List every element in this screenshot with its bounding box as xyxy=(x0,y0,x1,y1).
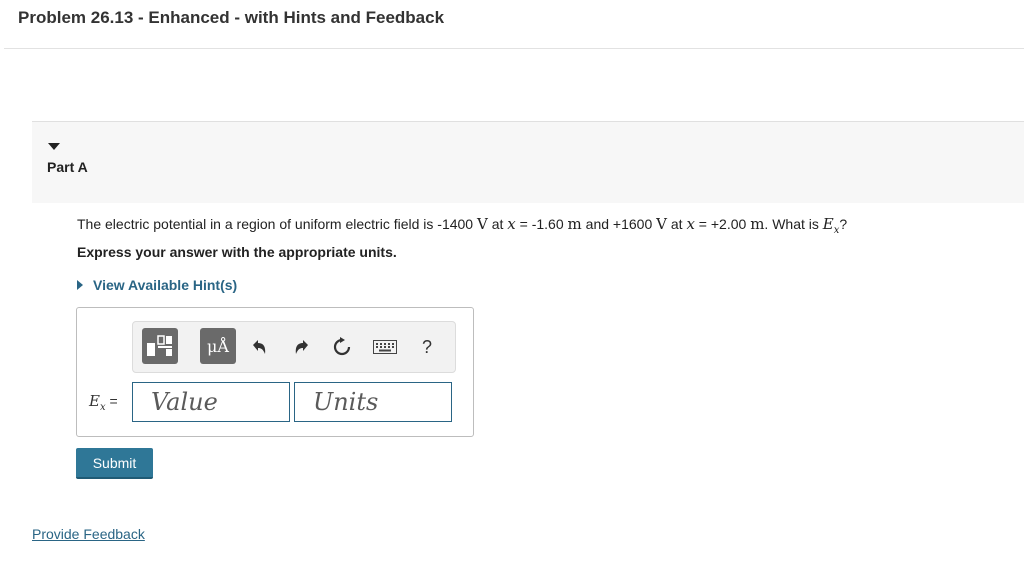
template-button[interactable] xyxy=(142,328,178,364)
answer-equals: = xyxy=(105,393,118,409)
units-button-label: μÅ xyxy=(207,336,229,356)
provide-feedback-link[interactable]: Provide Feedback xyxy=(32,526,145,542)
unit-meter-2: m xyxy=(750,215,765,233)
redo-icon xyxy=(295,340,308,354)
keyboard-icon xyxy=(373,340,397,354)
equation-toolbar: μÅ ? xyxy=(132,321,456,373)
caret-down-icon[interactable] xyxy=(48,143,60,150)
caret-right-icon xyxy=(77,280,83,290)
template-icon xyxy=(147,335,172,356)
unit-meter-1: m xyxy=(567,215,582,233)
question-text-2: at xyxy=(487,216,508,232)
var-x-1: x xyxy=(507,215,516,233)
question-text-8: ? xyxy=(839,216,848,232)
units-input[interactable] xyxy=(294,382,452,422)
answer-variable-label: Ex = xyxy=(89,392,118,413)
help-icon: ? xyxy=(421,336,432,357)
reset-icon xyxy=(333,337,351,356)
redo-button[interactable] xyxy=(290,335,314,359)
question-text-7: . What is xyxy=(764,216,823,232)
question-text-1: The electric potential in a region of un… xyxy=(77,216,477,232)
question-text: The electric potential in a region of un… xyxy=(77,215,847,236)
unit-volt-1: V xyxy=(476,215,488,233)
page-title: Problem 26.13 - Enhanced - with Hints an… xyxy=(18,8,445,27)
question-text-4: and +1600 xyxy=(581,216,657,232)
var-x-2: x xyxy=(686,215,695,233)
reset-button[interactable] xyxy=(330,335,354,359)
part-label: Part A xyxy=(47,159,88,175)
answer-var: E xyxy=(89,392,100,410)
var-E: E xyxy=(822,215,834,233)
view-hints-label: View Available Hint(s) xyxy=(93,277,238,293)
help-button[interactable]: ? xyxy=(415,335,439,359)
title-divider xyxy=(4,48,1024,49)
view-hints-link[interactable]: View Available Hint(s) xyxy=(77,277,237,293)
unit-volt-2: V xyxy=(656,215,667,233)
instruction-text: Express your answer with the appropriate… xyxy=(77,244,397,260)
value-input[interactable] xyxy=(132,382,290,422)
units-button[interactable]: μÅ xyxy=(200,328,236,364)
keyboard-button[interactable] xyxy=(372,335,398,359)
part-a-header[interactable]: Part A xyxy=(32,121,1024,203)
undo-button[interactable] xyxy=(247,335,271,359)
question-text-3: = -1.60 xyxy=(515,216,568,232)
question-text-6: = +2.00 xyxy=(694,216,751,232)
undo-icon xyxy=(253,340,266,354)
question-text-5: at xyxy=(666,216,687,232)
answer-box: μÅ ? Ex = Value Units xyxy=(76,307,474,437)
submit-button[interactable]: Submit xyxy=(76,448,153,479)
